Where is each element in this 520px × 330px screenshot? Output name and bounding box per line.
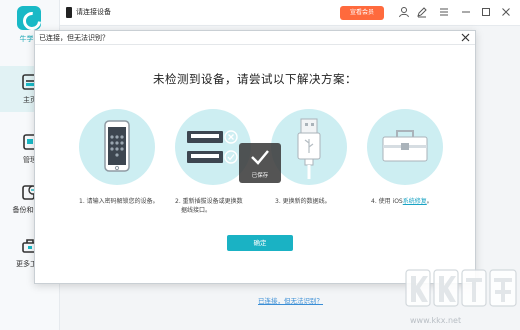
step-2-line: 2. 重新插拔设备或更换数	[175, 198, 243, 205]
device-icon	[66, 7, 72, 18]
saved-label: 已保存	[251, 173, 269, 179]
step-1-line: 1. 请输入密码解锁您的设备。	[79, 198, 159, 205]
top-bar: 请连接设备 宣看会员	[60, 0, 520, 26]
system-repair-link[interactable]: 系统修复	[403, 198, 427, 205]
vip-button[interactable]: 宣看会员	[340, 6, 384, 20]
user-icon[interactable]	[398, 6, 410, 18]
toolbox-icon	[382, 130, 428, 162]
menu-icon[interactable]	[438, 6, 450, 18]
edit-icon[interactable]	[416, 6, 428, 18]
unrecognized-help-link[interactable]: 已连接，但无法识别？	[258, 295, 323, 305]
phone-passcode-icon	[104, 120, 130, 172]
step-4-text: 4. 使用 iOS系统修复。	[371, 197, 471, 206]
step-4-line: 4. 使用 iOS	[371, 198, 403, 205]
step-3-line: 3. 更换新的数据线。	[275, 198, 331, 205]
step-4-illustration	[367, 109, 443, 185]
dialog-heading: 未检测到设备，请尝试以下解决方案：	[153, 72, 357, 86]
step-1-text: 1. 请输入密码解锁您的设备。	[79, 197, 171, 206]
close-icon[interactable]	[500, 6, 512, 18]
saved-toast: 已保存	[239, 143, 281, 183]
app-logo-icon	[17, 6, 41, 30]
step-3-illustration	[271, 109, 347, 185]
confirm-button[interactable]: 确定	[227, 235, 293, 251]
step-2-text: 2. 重新插拔设备或更换数 据线接口。	[175, 197, 267, 215]
minimize-icon[interactable]	[460, 6, 472, 18]
step-2-line: 据线接口。	[181, 207, 212, 214]
step-4-suffix: 。	[426, 198, 433, 205]
usb-cable-icon	[297, 118, 321, 179]
dialog-titlebar: 已连接，但无法识别？	[35, 31, 475, 45]
device-status: 请连接设备	[76, 8, 111, 16]
watermark-url: www.kkx.net	[410, 316, 462, 325]
maximize-icon[interactable]	[480, 6, 492, 18]
close-icon[interactable]	[460, 32, 471, 43]
step-3-text: 3. 更换新的数据线。	[275, 197, 367, 206]
dialog-title: 已连接，但无法识别？	[39, 34, 109, 42]
step-1-illustration	[79, 109, 155, 185]
checkmark-icon	[251, 150, 269, 165]
unrecognized-device-dialog: 已连接，但无法识别？ 未检测到设备，请尝试以下解决方案： 1. 请输入密码解锁您…	[34, 30, 476, 284]
